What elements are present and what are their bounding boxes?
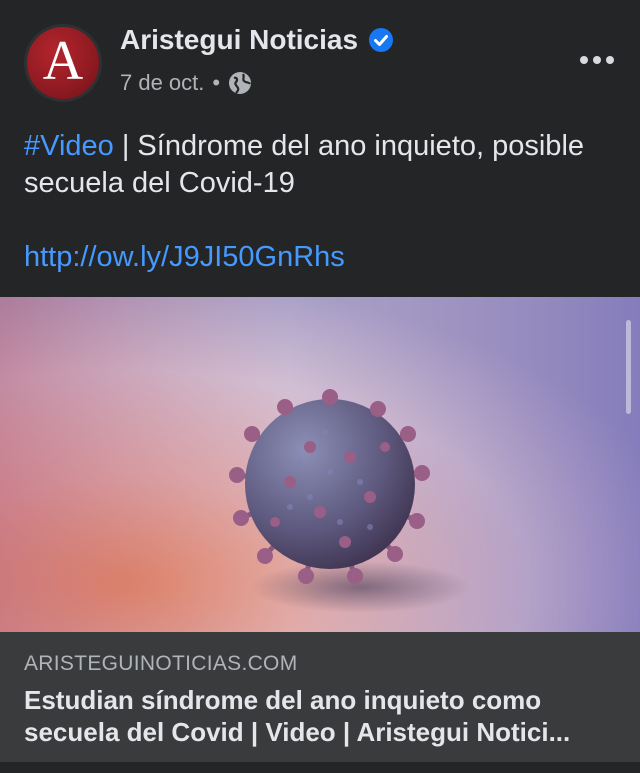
link-preview-image[interactable]: [0, 297, 640, 632]
avatar-logo-letter: A: [42, 30, 84, 92]
post-date[interactable]: 7 de oct.: [120, 70, 204, 96]
page-avatar[interactable]: A: [24, 24, 102, 102]
link-preview-title-line1: Estudian síndrome del ano inquieto como: [24, 685, 542, 715]
scroll-indicator[interactable]: [626, 320, 631, 414]
globe-icon[interactable]: [228, 71, 252, 95]
hashtag-link[interactable]: #Video: [24, 130, 114, 162]
virus-image: [0, 297, 640, 632]
link-preview-title-line2: secuela del Covid | Video | Aristegui No…: [24, 717, 571, 747]
verified-badge-icon: [369, 28, 394, 52]
page-name-row: Aristegui Noticias: [120, 24, 394, 56]
post-meta: 7 de oct. •: [120, 70, 252, 96]
link-preview-card[interactable]: ARISTEGUINOTICIAS.COM Estudian síndrome …: [0, 632, 640, 762]
meta-separator: •: [212, 70, 221, 95]
post-bottom-edge: [0, 762, 640, 773]
post-url-link[interactable]: http://ow.ly/J9JI50GnRhs: [24, 239, 614, 276]
link-preview-domain: ARISTEGUINOTICIAS.COM: [24, 652, 298, 675]
post-header: A Aristegui Noticias 7 de oct. •: [0, 0, 640, 120]
link-preview-title: Estudian síndrome del ano inquieto como …: [24, 684, 620, 748]
page-name-link[interactable]: Aristegui Noticias: [120, 24, 358, 56]
post-message: #Video | Síndrome del ano inquieto, posi…: [24, 128, 614, 276]
more-options-icon[interactable]: [580, 52, 614, 68]
